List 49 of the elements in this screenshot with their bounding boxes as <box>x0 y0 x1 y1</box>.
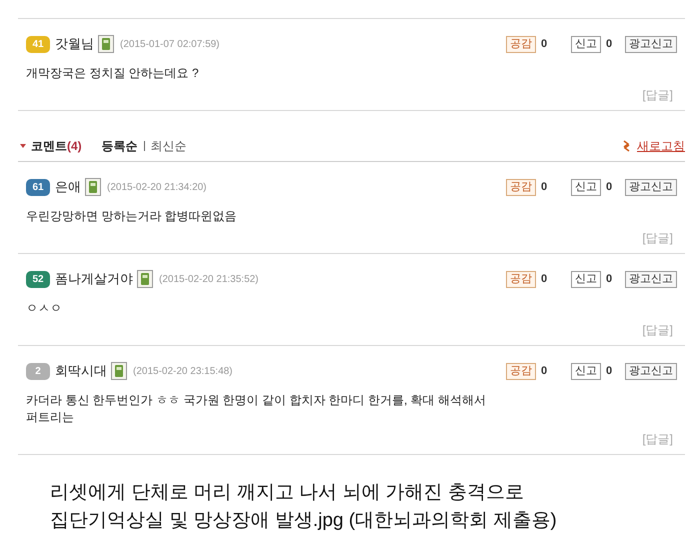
ad-report-button[interactable]: 광고신고 <box>625 270 677 288</box>
comment-date: (2015-02-20 23:15:48) <box>133 364 233 378</box>
sort-link[interactable]: 최신순 <box>150 137 187 155</box>
comment-date: (2015-01-07 02:07:59) <box>120 38 220 52</box>
like-count: 0 <box>541 36 548 52</box>
ad-report-button[interactable]: 광고신고 <box>625 178 677 196</box>
like-count: 0 <box>541 180 548 195</box>
report-count: 0 <box>606 272 614 287</box>
ad-report-button[interactable]: 광고신고 <box>625 36 677 52</box>
comment-count: (4) <box>67 138 82 155</box>
comment-date: (2015-02-20 21:34:20) <box>107 180 207 194</box>
author-name[interactable]: 은애 <box>55 177 81 197</box>
level-badge: 41 <box>26 36 50 52</box>
report-count: 0 <box>606 180 614 195</box>
author-name[interactable]: 폼나게살거야 <box>55 269 133 289</box>
comment-date: (2015-02-20 21:35:52) <box>159 272 259 286</box>
triangle-icon <box>20 144 26 148</box>
caption-text: 집단기억상실 및 망상장애 발생.jpg (대한뇌과의학회 제출용) <box>50 509 558 533</box>
comment-text: 우린강망하면 망하는거라 합병따윈없음 <box>26 208 238 225</box>
author-name[interactable]: 갓월님 <box>55 34 94 54</box>
report-button[interactable]: 신고 <box>571 270 601 288</box>
report-count: 0 <box>606 364 614 379</box>
report-count: 0 <box>606 36 614 52</box>
like-button[interactable]: 공감 <box>506 178 536 196</box>
author-name[interactable]: 회딱시대 <box>55 361 107 381</box>
like-count: 0 <box>541 364 548 379</box>
report-button[interactable]: 신고 <box>571 362 601 380</box>
phone-icon <box>137 270 153 288</box>
ad-report-button[interactable]: 광고신고 <box>625 362 677 380</box>
like-button[interactable]: 공감 <box>506 362 536 380</box>
level-badge: 52 <box>26 270 50 288</box>
like-count: 0 <box>541 272 548 287</box>
report-button[interactable]: 신고 <box>571 178 601 196</box>
level-badge: 2 <box>26 362 50 380</box>
like-button[interactable]: 공감 <box>506 270 536 288</box>
like-button[interactable]: 공감 <box>506 36 536 52</box>
comment-text: 카더라 통신 한두번인가 ㅎㅎ 국가원 한명이 같이 합치자 한마디 한거를, 확대 해석해서 퍼트리는 <box>26 392 488 426</box>
refresh-link[interactable]: 새로고침 <box>637 137 685 155</box>
section-title: 코멘트 <box>31 138 67 155</box>
phone-icon <box>85 178 101 196</box>
refresh-icon <box>622 140 631 152</box>
phone-icon <box>111 362 127 380</box>
comment-text: ㅇㅅㅇ <box>26 300 63 317</box>
phone-icon <box>98 35 114 53</box>
caption-text: 리셋에게 단체로 머리 깨지고 나서 뇌에 가해진 충격으로 <box>50 481 525 505</box>
level-badge: 61 <box>26 178 50 196</box>
comment-text: 개막장국은 정치질 안하는데요 ? <box>26 65 200 82</box>
sort-link[interactable]: 등록순 <box>102 137 138 155</box>
report-button[interactable]: 신고 <box>571 36 601 52</box>
